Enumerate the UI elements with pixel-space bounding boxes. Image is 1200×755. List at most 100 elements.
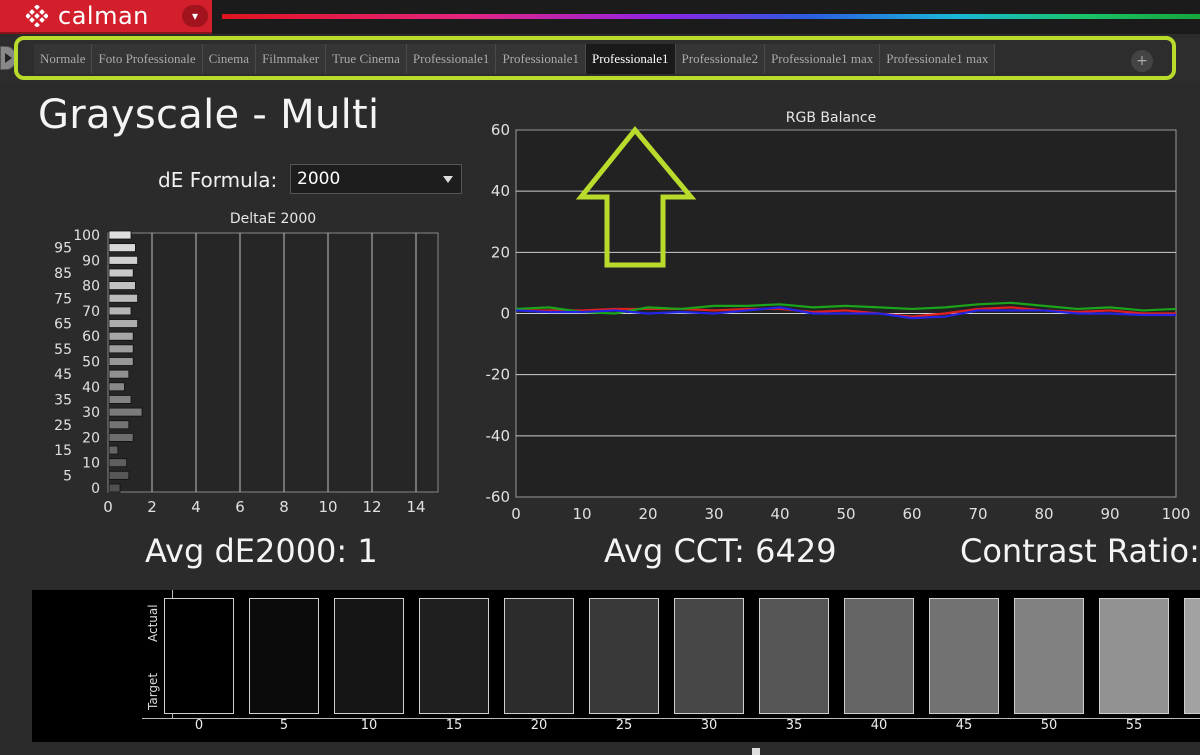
swatch-5[interactable]: [249, 598, 319, 714]
swatch-label-40: 40: [870, 718, 888, 733]
deltae-y-tick: 25: [54, 418, 72, 434]
rgb-y-tick: 60: [491, 121, 510, 139]
deltae-y-tick: 70: [82, 304, 100, 320]
deltae-y-tick: 45: [54, 367, 72, 383]
deltae-y-tick: 75: [54, 291, 72, 307]
deltae-bar: [108, 483, 121, 493]
de-formula-label: dE Formula:: [158, 168, 278, 192]
swatch-label-20: 20: [530, 718, 548, 733]
deltae-y-tick: 35: [54, 392, 72, 408]
swatch-40[interactable]: [844, 598, 914, 714]
deltae-bar: [108, 470, 130, 480]
deltae-bar: [108, 420, 130, 430]
avg-de-stat: Avg dE2000: 1: [145, 532, 378, 570]
rgb-y-tick: 40: [491, 182, 510, 200]
deltae-x-tick: 0: [103, 498, 113, 516]
swatch-35[interactable]: [759, 598, 829, 714]
deltae-bar: [108, 268, 134, 278]
rgb-x-tick: 30: [704, 505, 723, 523]
swatch-60[interactable]: [1184, 598, 1200, 714]
up-arrow-annotation: [575, 126, 697, 268]
swatch-label-10: 10: [360, 718, 378, 733]
deltae-bar: [108, 281, 136, 290]
rgb-chart-title: RGB Balance: [786, 110, 876, 126]
rgb-y-tick: 20: [491, 243, 510, 261]
deltae-x-tick: 12: [362, 498, 381, 516]
deltae-y-tick: 65: [54, 317, 72, 333]
chevron-down-icon: [443, 176, 453, 183]
deltae-bar: [108, 293, 139, 303]
target-label: Target: [146, 672, 160, 710]
rgb-y-tick: -60: [486, 488, 511, 506]
deltae-bar: [108, 331, 134, 341]
rgb-y-tick: 0: [500, 305, 510, 323]
deltae-bar: [108, 369, 130, 379]
panel-marker: [752, 748, 760, 755]
rgb-x-tick: 70: [968, 505, 987, 523]
swatch-label-15: 15: [445, 718, 463, 733]
app-menu-dropdown-icon[interactable]: ▾: [182, 5, 208, 27]
swatch-15[interactable]: [419, 598, 489, 714]
deltae-bar: [108, 407, 143, 417]
deltae-y-tick: 5: [63, 468, 72, 484]
deltae-y-tick: 10: [82, 456, 100, 472]
rgb-x-tick: 100: [1162, 505, 1191, 523]
swatch-30[interactable]: [674, 598, 744, 714]
actual-label: Actual: [146, 604, 160, 642]
swatch-label-30: 30: [700, 718, 718, 733]
deltae-bar: [108, 319, 139, 328]
swatch-panel-blank: [32, 590, 142, 742]
swatch-45[interactable]: [929, 598, 999, 714]
swatch-10[interactable]: [334, 598, 404, 714]
app-brand-name: calman: [58, 2, 149, 30]
swatch-55[interactable]: [1099, 598, 1169, 714]
deltae-x-tick: 10: [318, 498, 337, 516]
deltae-chart-title: DeltaE 2000: [230, 211, 316, 227]
deltae-bar: [108, 357, 134, 366]
swatch-50[interactable]: [1014, 598, 1084, 714]
swatch-25[interactable]: [589, 598, 659, 714]
contrast-ratio-stat: Contrast Ratio:: [960, 532, 1200, 570]
deltae-y-tick: 40: [82, 380, 100, 396]
de-formula-select[interactable]: 2000: [290, 164, 462, 194]
deltae-bar: [108, 382, 125, 392]
grayscale-swatch-panel: Actual Target 0 5 10 15 20 25 30 35 40 45 50 55 60: [32, 590, 1200, 742]
deltae-y-tick: 15: [54, 443, 72, 459]
deltae-y-tick: 20: [82, 430, 100, 446]
deltae-bar: [108, 458, 128, 468]
swatch-label-25: 25: [615, 718, 633, 733]
swatch-label-50: 50: [1040, 718, 1058, 733]
app-logo-button[interactable]: calman ▾: [0, 0, 212, 34]
deltae-x-tick: 4: [191, 498, 201, 516]
deltae-plot-area: [107, 232, 439, 493]
swatch-label-45: 45: [955, 718, 973, 733]
deltae-bar: [108, 344, 134, 354]
rgb-x-tick: 90: [1100, 505, 1119, 523]
deltae-y-tick: 55: [54, 342, 72, 358]
deltae-bar: [108, 306, 132, 316]
deltae-x-tick: 8: [279, 498, 289, 516]
deltae-y-tick: 85: [54, 266, 72, 282]
deltae-bar: [108, 255, 139, 265]
deltae-y-tick: 0: [91, 481, 100, 497]
swatch-0[interactable]: [164, 598, 234, 714]
rgb-x-tick: 50: [836, 505, 855, 523]
deltae-y-tick: 50: [82, 355, 100, 371]
swatch-label-60: 60: [1184, 718, 1200, 733]
deltae-y-tick: 100: [73, 228, 100, 244]
page-title: Grayscale - Multi: [38, 92, 380, 138]
deltae-y-tick: 30: [82, 405, 100, 421]
calman-logo-icon: [26, 5, 48, 27]
deltae-x-tick: 2: [147, 498, 157, 516]
deltae-bar: [108, 432, 134, 442]
swatch-label-55: 55: [1125, 718, 1143, 733]
deltae-x-tick: 14: [406, 498, 425, 516]
swatch-label-0: 0: [194, 718, 204, 733]
deltae-bar: [108, 395, 132, 404]
deltae-y-tick: 60: [82, 329, 100, 345]
top-bar: calman ▾: [0, 0, 1200, 34]
deltae-y-tick: 80: [82, 279, 100, 295]
swatch-20[interactable]: [504, 598, 574, 714]
deltae-bar: [108, 230, 132, 240]
de-formula-value: 2000: [297, 169, 341, 189]
